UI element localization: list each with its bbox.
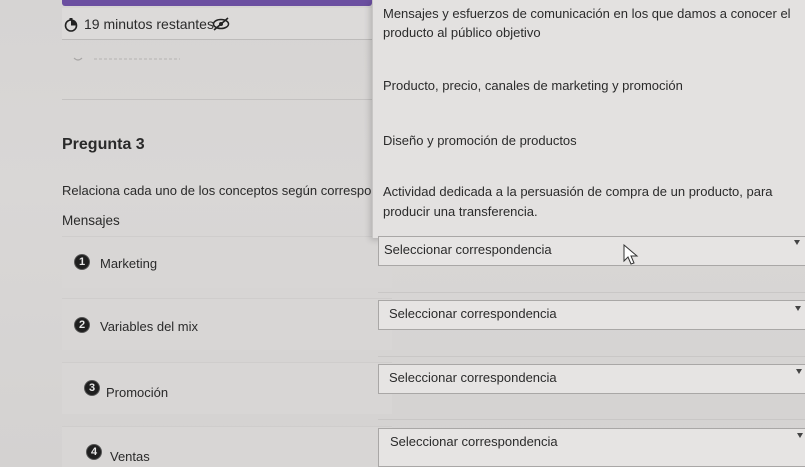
select-value: Seleccionar correspondencia <box>390 434 558 449</box>
faded-text <box>73 57 180 61</box>
dropdown-option[interactable]: Actividad dedicada a la persuasión de co… <box>383 182 773 201</box>
question-instruction: Relaciona cada uno de los conceptos segú… <box>62 183 374 198</box>
select-value: Seleccionar correspondencia <box>389 370 557 385</box>
column-label: Mensajes <box>62 213 120 228</box>
select-value: Seleccionar correspondencia <box>384 242 552 257</box>
dropdown-option-continued[interactable]: producir una transferencia. <box>383 202 538 221</box>
divider <box>378 356 805 357</box>
timer-icon <box>64 18 78 32</box>
chevron-down-icon <box>794 240 800 245</box>
timer-text: 19 minutos restantes <box>84 16 214 32</box>
item-label: Ventas <box>110 449 150 464</box>
item-number-badge: 2 <box>74 317 90 333</box>
question-title: Pregunta 3 <box>62 136 145 153</box>
item-label: Promoción <box>106 385 169 400</box>
dropdown-option[interactable]: Producto, precio, canales de marketing y… <box>383 76 683 95</box>
item-number-badge: 1 <box>74 254 90 270</box>
item-label: Variables del mix <box>100 319 199 334</box>
item-number-badge: 4 <box>86 444 102 460</box>
progress-bar <box>62 0 372 6</box>
chevron-down-icon <box>797 433 803 438</box>
mouse-cursor-icon <box>623 244 639 265</box>
previous-question-row <box>62 44 382 100</box>
divider <box>378 419 805 420</box>
chevron-down-icon <box>796 369 802 374</box>
divider <box>378 292 805 293</box>
eye-slash-icon[interactable] <box>212 17 230 31</box>
dropdown-option-continued[interactable]: producto al público objetivo <box>383 23 541 42</box>
chevron-down-icon <box>795 306 801 311</box>
dropdown-option[interactable]: Mensajes y esfuerzos de comunicación en … <box>383 4 791 23</box>
dropdown-option[interactable]: Diseño y promoción de productos <box>383 131 577 150</box>
item-number-badge: 3 <box>84 380 100 396</box>
item-label: Marketing <box>100 256 158 271</box>
select-value: Seleccionar correspondencia <box>389 306 557 321</box>
